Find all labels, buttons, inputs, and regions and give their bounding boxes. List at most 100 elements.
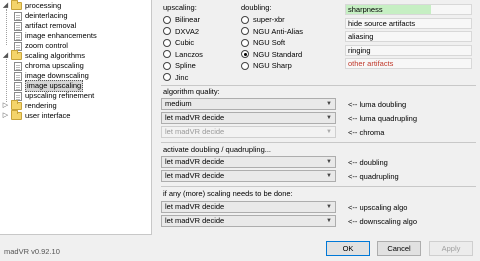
upscaling-radio-lanczos[interactable]: Lanczos bbox=[163, 49, 203, 60]
tree-item-image-upscaling[interactable]: image upscaling bbox=[14, 80, 84, 92]
artifact-bar-aliasing: aliasing bbox=[345, 31, 472, 42]
radio-icon[interactable] bbox=[163, 38, 171, 47]
upscaling-radio-jinc[interactable]: Jinc bbox=[163, 72, 188, 83]
doubling-radio-ngu-standard[interactable]: NGU Standard bbox=[241, 49, 302, 60]
upscaling-radio-bilinear[interactable]: Bilinear bbox=[163, 14, 200, 25]
page-icon bbox=[14, 21, 22, 31]
radio-label: super-xbr bbox=[253, 15, 285, 24]
tree-item-zoom-control[interactable]: zoom control bbox=[14, 41, 68, 51]
radio-icon[interactable] bbox=[241, 15, 249, 24]
chevron-down-icon: ▼ bbox=[326, 159, 332, 165]
radio-label: NGU Anti-Alias bbox=[253, 26, 304, 36]
tree-item-artifact-removal[interactable]: artifact removal bbox=[14, 21, 76, 31]
radio-icon[interactable] bbox=[241, 38, 249, 47]
chevron-down-icon: ▼ bbox=[326, 173, 332, 179]
doubling-arrow-label: <-- doubling bbox=[348, 158, 388, 167]
chroma-quality-select: let madVR decide ▼ bbox=[161, 126, 336, 138]
doubling-radio-ngu-sharp[interactable]: NGU Sharp bbox=[241, 60, 292, 71]
doubling-label: doubling: bbox=[241, 3, 272, 12]
tree-item-user-interface[interactable]: ▷ user interface bbox=[2, 110, 70, 121]
doubling-activate-select[interactable]: let madVR decide ▼ bbox=[161, 156, 336, 168]
radio-label: Cubic bbox=[175, 38, 195, 47]
radio-label: Lanczos bbox=[175, 49, 203, 59]
tree-item-chroma-upscaling[interactable]: chroma upscaling bbox=[14, 61, 84, 71]
tree-item-deinterlacing[interactable]: deinterlacing bbox=[14, 11, 68, 21]
radio-icon[interactable] bbox=[163, 15, 171, 24]
artifact-label: sharpness bbox=[348, 5, 383, 14]
page-icon bbox=[14, 81, 22, 91]
chroma-label: <-- chroma bbox=[348, 128, 385, 137]
chevron-down-icon: ▼ bbox=[326, 218, 332, 224]
expand-icon[interactable]: ▷ bbox=[2, 112, 9, 120]
radio-label: NGU Standard bbox=[253, 49, 303, 59]
settings-tree[interactable]: ◢ processing deinterlacing artifact remo… bbox=[0, 0, 152, 235]
luma-doubling-quality-select[interactable]: medium ▼ bbox=[161, 98, 336, 110]
group-divider bbox=[161, 142, 476, 143]
radio-label: Bilinear bbox=[175, 15, 201, 24]
downscaling-algo-label: <-- downscaling algo bbox=[348, 217, 417, 226]
folder-icon bbox=[11, 50, 22, 60]
page-icon bbox=[14, 61, 22, 71]
chevron-down-icon: ▼ bbox=[326, 129, 332, 135]
folder-icon bbox=[11, 0, 22, 10]
upscaling-radio-spline[interactable]: Spline bbox=[163, 60, 196, 71]
collapse-icon[interactable]: ◢ bbox=[2, 2, 9, 10]
luma-quadrupling-quality-select[interactable]: let madVR decide ▼ bbox=[161, 112, 336, 124]
tree-item-scaling-algorithms[interactable]: ◢ scaling algorithms bbox=[2, 50, 85, 61]
quadrupling-activate-select[interactable]: let madVR decide ▼ bbox=[161, 170, 336, 182]
artifact-label: other artifacts bbox=[348, 59, 394, 68]
radio-label: NGU Soft bbox=[253, 38, 286, 47]
radio-label: NGU Sharp bbox=[253, 61, 292, 70]
artifact-bar-other-artifacts: other artifacts bbox=[345, 58, 472, 69]
artifact-bar-sharpness: sharpness bbox=[345, 4, 472, 15]
activate-label: activate doubling / quadrupling... bbox=[163, 145, 271, 154]
doubling-radio-super-xbr[interactable]: super-xbr bbox=[241, 14, 285, 25]
page-icon bbox=[14, 11, 22, 21]
doubling-radio-ngu-anti-alias[interactable]: NGU Anti-Alias bbox=[241, 26, 303, 37]
downscaling-algo-select[interactable]: let madVR decide ▼ bbox=[161, 215, 336, 227]
chevron-down-icon: ▼ bbox=[326, 115, 332, 121]
upscaling-radio-cubic[interactable]: Cubic bbox=[163, 37, 194, 48]
artifact-bar-ringing: ringing bbox=[345, 44, 472, 56]
more-scaling-label: if any (more) scaling needs to be done: bbox=[163, 189, 293, 198]
tree-item-upscaling-refinement[interactable]: upscaling refinement bbox=[14, 91, 94, 101]
quadrupling-arrow-label: <-- quadrupling bbox=[348, 172, 399, 181]
ok-button[interactable]: OK bbox=[326, 241, 370, 256]
radio-icon[interactable] bbox=[241, 61, 249, 70]
group-divider bbox=[161, 85, 476, 86]
cancel-button[interactable]: Cancel bbox=[377, 241, 421, 256]
upscaling-label: upscaling: bbox=[163, 3, 197, 12]
radio-label: DXVA2 bbox=[175, 26, 200, 36]
page-icon bbox=[14, 71, 22, 81]
radio-icon[interactable] bbox=[163, 73, 171, 81]
folder-icon bbox=[11, 110, 22, 120]
radio-icon[interactable] bbox=[163, 61, 171, 70]
upscaling-algo-select[interactable]: let madVR decide ▼ bbox=[161, 201, 336, 213]
version-label: madVR v0.92.10 bbox=[4, 247, 60, 256]
group-divider bbox=[161, 186, 476, 187]
page-icon bbox=[14, 31, 22, 41]
tree-item-image-enhancements[interactable]: image enhancements bbox=[14, 31, 97, 41]
radio-icon[interactable] bbox=[163, 27, 171, 35]
folder-icon bbox=[11, 100, 22, 110]
luma-quadrupling-label: <-- luma quadrupling bbox=[348, 114, 417, 123]
algorithm-quality-label: algorithm quality: bbox=[163, 87, 220, 96]
collapse-icon[interactable]: ◢ bbox=[2, 52, 9, 60]
chevron-down-icon: ▼ bbox=[326, 204, 332, 210]
radio-icon[interactable] bbox=[163, 50, 171, 58]
artifact-label: aliasing bbox=[348, 32, 374, 41]
radio-icon[interactable] bbox=[241, 27, 249, 35]
artifact-label: hide source artifacts bbox=[348, 18, 416, 28]
expand-icon[interactable]: ▷ bbox=[2, 102, 9, 110]
tree-item-processing[interactable]: ◢ processing bbox=[2, 0, 61, 11]
luma-doubling-label: <-- luma doubling bbox=[348, 100, 407, 109]
doubling-radio-ngu-soft[interactable]: NGU Soft bbox=[241, 37, 285, 48]
artifact-bar-hide-source-artifacts: hide source artifacts bbox=[345, 17, 472, 29]
upscaling-radio-dxva2[interactable]: DXVA2 bbox=[163, 26, 199, 37]
upscaling-algo-label: <-- upscaling algo bbox=[348, 203, 408, 212]
chevron-down-icon: ▼ bbox=[326, 101, 332, 107]
radio-label: Spline bbox=[175, 61, 196, 70]
radio-label: Jinc bbox=[175, 72, 189, 82]
apply-button[interactable]: Apply bbox=[429, 241, 473, 256]
radio-icon[interactable] bbox=[241, 50, 249, 58]
